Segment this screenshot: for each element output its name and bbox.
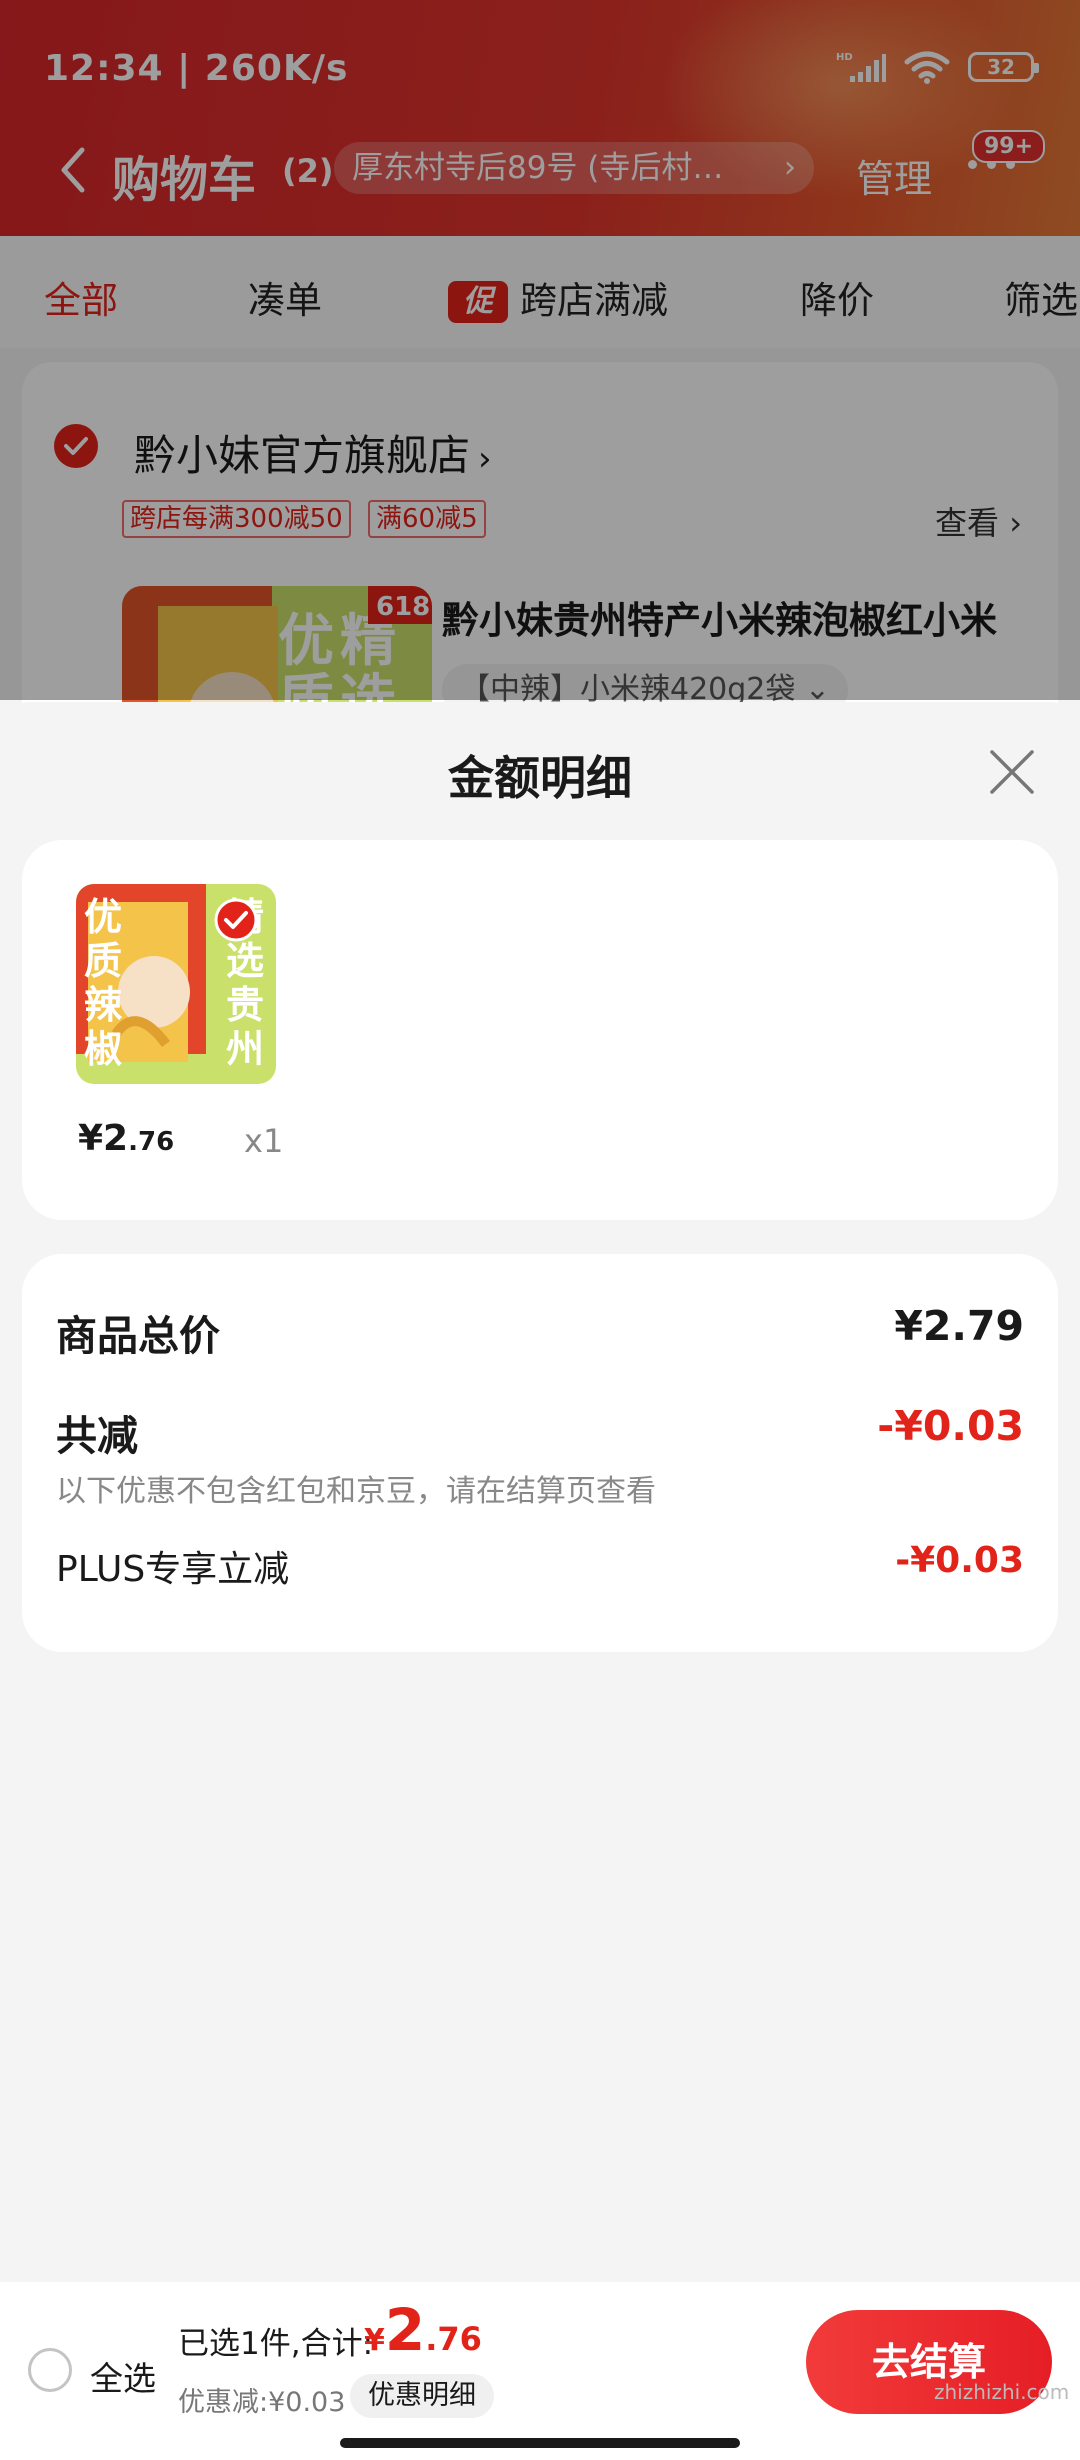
select-all-radio[interactable] <box>28 2348 72 2392</box>
item-price-int: ¥2 <box>78 1118 129 1159</box>
discount-summary: 优惠减:¥0.03 <box>178 2387 346 2418</box>
summary-card: 商品总价 ¥2.79 共减 -¥0.03 以下优惠不包含红包和京豆，请在结算页查… <box>22 1254 1058 1652</box>
discount-detail-button[interactable]: 优惠明细 <box>350 2374 494 2418</box>
items-card: 优 质 辣 椒 精 选 贵 州 ¥2.76 x1 <box>22 840 1058 1220</box>
plus-discount-label: PLUS专享立减 <box>56 1549 290 1590</box>
watermark: zhizhizhi.com <box>934 2380 1070 2404</box>
item-image-text: 辣 <box>84 983 123 1027</box>
total-int: 2 <box>384 2296 426 2364</box>
total-currency: ¥ <box>364 2323 385 2358</box>
select-all-label[interactable]: 全选 <box>90 2352 156 2400</box>
home-indicator[interactable] <box>340 2438 740 2448</box>
close-icon[interactable] <box>984 744 1040 800</box>
item-quantity: x1 <box>244 1122 284 1160</box>
discount-label: 共减 <box>56 1412 138 1460</box>
total-dec: .76 <box>425 2320 482 2358</box>
item-price-dec: .76 <box>128 1127 175 1157</box>
item-image-text: 选 <box>226 939 264 983</box>
item-image-text: 州 <box>226 1027 264 1071</box>
discount-note: 以下优惠不包含红包和京豆，请在结算页查看 <box>56 1474 656 1509</box>
item-image: 优 质 辣 椒 精 选 贵 州 <box>76 884 276 1084</box>
sheet-title: 金额明细 <box>448 751 632 805</box>
total-price-value: ¥2.79 <box>894 1302 1024 1350</box>
item-image-text: 质 <box>84 939 122 983</box>
selected-summary: 已选1件,合计: <box>178 2326 374 2362</box>
item-image-text: 优 <box>84 895 122 939</box>
check-icon <box>214 898 258 942</box>
checkout-bar: 全选 已选1件,合计: ¥2.76 优惠减:¥0.03 优惠明细 去结算 <box>0 2282 1080 2460</box>
item-image-text: 椒 <box>84 1027 122 1071</box>
dim-overlay[interactable] <box>0 0 1080 700</box>
total-price-label: 商品总价 <box>56 1312 220 1360</box>
discount-value: -¥0.03 <box>877 1402 1024 1450</box>
total-amount: ¥2.76 <box>364 2296 482 2364</box>
plus-discount-value: -¥0.03 <box>895 1540 1024 1581</box>
item-price: ¥2.76 <box>78 1118 174 1159</box>
amount-detail-sheet: 金额明细 优 质 辣 椒 精 选 贵 州 ¥2 <box>0 702 1080 2282</box>
item-image-text: 贵 <box>226 983 264 1027</box>
